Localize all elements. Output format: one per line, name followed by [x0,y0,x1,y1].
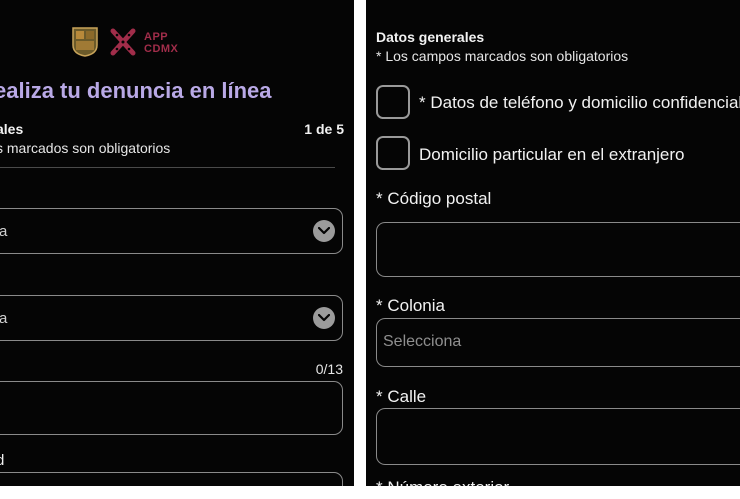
chevron-down-icon[interactable] [313,220,335,242]
colonia-placeholder: Selecciona [383,333,462,350]
character-counter: 0/13 [315,361,343,377]
required-fields-note: s marcados son obligatorios [0,140,171,156]
foreign-address-checkbox[interactable] [376,136,410,170]
select-value: a [0,310,8,327]
chevron-down-icon[interactable] [313,307,335,329]
calle-input[interactable] [376,408,740,465]
colonia-select[interactable]: Selecciona [376,318,740,367]
cdmx-shield-logo-icon [72,27,98,57]
select-dropdown-2[interactable]: a [0,295,343,341]
required-fields-note: * Los campos marcados son obligatorios [376,48,629,64]
numero-exterior-label: * Número exterior [376,478,509,486]
section-title: Datos generales [376,29,485,45]
divider [0,167,335,168]
select-dropdown-1[interactable]: a [0,208,343,254]
text-input[interactable] [0,381,343,435]
foreign-address-label: Domicilio particular en el extranjero [419,145,685,164]
postal-code-input[interactable] [376,222,740,277]
logo-line-1: APP [144,31,169,43]
step-counter: 1 de 5 [304,121,344,137]
app-cdmx-logo-text: APP CDMX [144,31,178,55]
text-input[interactable] [0,472,343,486]
left-screenshot-panel: APP CDMX ealiza tu denuncia en línea ale… [0,0,354,486]
confidential-data-checkbox[interactable] [376,85,410,119]
section-title: ales [0,121,24,137]
field-label: d [0,452,5,469]
confidential-data-label: * Datos de teléfono y domicilio confiden… [419,93,740,112]
calle-label: * Calle [376,387,427,406]
colonia-label: * Colonia [376,296,445,315]
select-value: a [0,223,8,240]
page-title: ealiza tu denuncia en línea [0,78,272,103]
postal-code-label: * Código postal [376,189,492,208]
right-screenshot-panel: Datos generales * Los campos marcados so… [366,0,740,486]
logo-line-2: CDMX [144,43,179,55]
app-cdmx-logo-icon [108,26,138,58]
